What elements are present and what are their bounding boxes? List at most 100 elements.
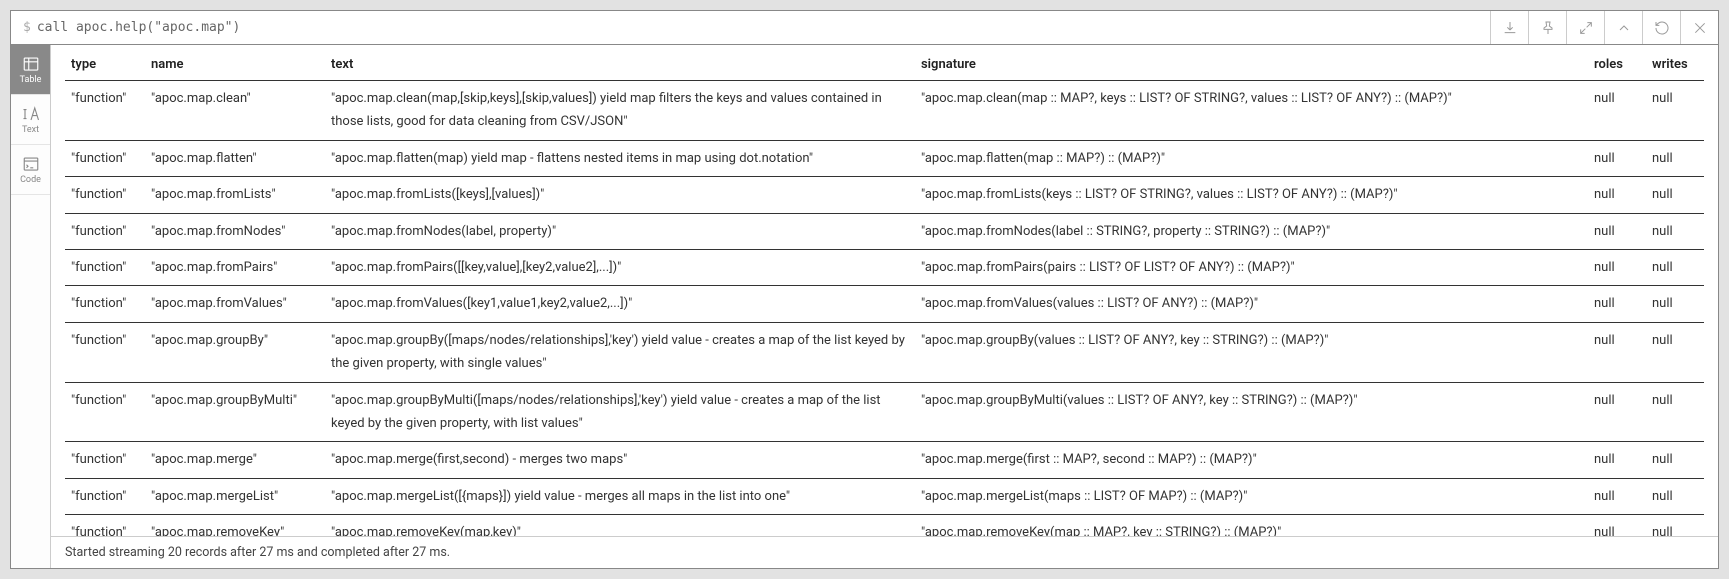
rerun-button[interactable] — [1642, 11, 1680, 44]
cell-text: "apoc.map.fromValues([key1,value1,key2,v… — [325, 286, 915, 322]
cell-type: "function" — [65, 442, 145, 478]
table-row: "function""apoc.map.groupBy""apoc.map.gr… — [65, 322, 1704, 382]
table-row: "function""apoc.map.flatten""apoc.map.fl… — [65, 140, 1704, 176]
table-icon — [22, 55, 40, 73]
cell-text: "apoc.map.removeKey(map,key)" — [325, 515, 915, 536]
col-header-name: name — [145, 49, 325, 81]
download-icon — [1502, 20, 1518, 36]
pin-icon — [1540, 20, 1556, 36]
topbar: $ call apoc.help("apoc.map") — [11, 11, 1718, 45]
cell-signature: "apoc.map.mergeList(maps :: LIST? OF MAP… — [915, 478, 1588, 514]
chevron-up-icon — [1616, 20, 1632, 36]
cell-text: "apoc.map.groupBy([maps/nodes/relationsh… — [325, 322, 915, 382]
cell-signature: "apoc.map.fromValues(values :: LIST? OF … — [915, 286, 1588, 322]
table-row: "function""apoc.map.fromValues""apoc.map… — [65, 286, 1704, 322]
cell-name: "apoc.map.fromPairs" — [145, 249, 325, 285]
table-row: "function""apoc.map.fromNodes" "apoc.map.… — [65, 213, 1704, 249]
cell-writes: null — [1646, 286, 1704, 322]
cell-roles: null — [1588, 213, 1646, 249]
cell-signature: "apoc.map.removeKey(map :: MAP?, key :: … — [915, 515, 1588, 536]
close-button[interactable] — [1680, 11, 1718, 44]
result-frame: $ call apoc.help("apoc.map") — [10, 10, 1719, 569]
cell-text: "apoc.map.flatten(map) yield map - flatt… — [325, 140, 915, 176]
table-row: "function""apoc.map.fromPairs""apoc.map.… — [65, 249, 1704, 285]
cell-text: "apoc.map.merge(first,second) - merges t… — [325, 442, 915, 478]
view-tab-code[interactable]: Code — [11, 145, 50, 195]
cell-roles: null — [1588, 322, 1646, 382]
col-header-writes: writes — [1646, 49, 1704, 81]
cell-writes: null — [1646, 249, 1704, 285]
cell-signature: "apoc.map.flatten(map :: MAP?) :: (MAP?)… — [915, 140, 1588, 176]
cell-name: "apoc.map.merge" — [145, 442, 325, 478]
col-header-roles: roles — [1588, 49, 1646, 81]
view-sidebar: Table Text Code — [11, 45, 51, 568]
cell-name: "apoc.map.mergeList" — [145, 478, 325, 514]
cell-writes: null — [1646, 140, 1704, 176]
cell-roles: null — [1588, 442, 1646, 478]
query-display[interactable]: $ call apoc.help("apoc.map") — [11, 11, 1490, 44]
cell-roles: null — [1588, 515, 1646, 536]
cell-roles: null — [1588, 382, 1646, 442]
cell-type: "function" — [65, 81, 145, 141]
download-button[interactable] — [1490, 11, 1528, 44]
refresh-icon — [1654, 20, 1670, 36]
cell-writes: null — [1646, 81, 1704, 141]
cell-name: "apoc.map.fromLists" — [145, 177, 325, 213]
collapse-up-button[interactable] — [1604, 11, 1642, 44]
cell-roles: null — [1588, 249, 1646, 285]
cell-roles: null — [1588, 177, 1646, 213]
cell-type: "function" — [65, 177, 145, 213]
cell-writes: null — [1646, 382, 1704, 442]
cell-signature: "apoc.map.groupBy(values :: LIST? OF ANY… — [915, 322, 1588, 382]
body: Table Text Code type name text — [11, 45, 1718, 568]
cell-writes: null — [1646, 322, 1704, 382]
cell-text: "apoc.map.fromLists([keys],[values])" — [325, 177, 915, 213]
table-row: "function""apoc.map.mergeList" "apoc.map.… — [65, 478, 1704, 514]
cell-signature: "apoc.map.merge(first :: MAP?, second ::… — [915, 442, 1588, 478]
col-header-signature: signature — [915, 49, 1588, 81]
cell-text: "apoc.map.fromPairs([[key,value],[key2,v… — [325, 249, 915, 285]
cell-name: "apoc.map.flatten" — [145, 140, 325, 176]
cell-signature: "apoc.map.fromPairs(pairs :: LIST? OF LI… — [915, 249, 1588, 285]
cell-writes: null — [1646, 515, 1704, 536]
table-header-row: type name text signature roles writes — [65, 49, 1704, 81]
cell-name: "apoc.map.groupBy" — [145, 322, 325, 382]
pin-button[interactable] — [1528, 11, 1566, 44]
query-text: call apoc.help("apoc.map") — [37, 20, 241, 35]
cell-name: "apoc.map.clean" — [145, 81, 325, 141]
view-tab-label: Text — [22, 125, 39, 135]
cell-name: "apoc.map.removeKey" — [145, 515, 325, 536]
cell-roles: null — [1588, 286, 1646, 322]
view-tab-text[interactable]: Text — [11, 95, 50, 145]
cell-signature: "apoc.map.fromNodes(label :: STRING?, pr… — [915, 213, 1588, 249]
table-row: "function""apoc.map.clean""apoc.map.clea… — [65, 81, 1704, 141]
cell-type: "function" — [65, 322, 145, 382]
view-tab-label: Code — [20, 175, 41, 185]
cell-name: "apoc.map.fromNodes" — [145, 213, 325, 249]
cell-name: "apoc.map.fromValues" — [145, 286, 325, 322]
close-icon — [1692, 20, 1708, 36]
cell-type: "function" — [65, 382, 145, 442]
col-header-type: type — [65, 49, 145, 81]
cell-roles: null — [1588, 140, 1646, 176]
cell-type: "function" — [65, 478, 145, 514]
main-panel: type name text signature roles writes "f… — [51, 45, 1718, 568]
cell-type: "function" — [65, 213, 145, 249]
table-row: "function""apoc.map.groupByMulti""apoc.m… — [65, 382, 1704, 442]
table-scroll[interactable]: type name text signature roles writes "f… — [51, 45, 1718, 536]
cell-signature: "apoc.map.fromLists(keys :: LIST? OF STR… — [915, 177, 1588, 213]
cell-writes: null — [1646, 442, 1704, 478]
cell-type: "function" — [65, 515, 145, 536]
cell-signature: "apoc.map.groupByMulti(values :: LIST? O… — [915, 382, 1588, 442]
view-tab-table[interactable]: Table — [11, 45, 50, 95]
cell-writes: null — [1646, 213, 1704, 249]
cell-type: "function" — [65, 140, 145, 176]
view-tab-label: Table — [20, 75, 42, 85]
query-prompt: $ — [23, 20, 31, 35]
expand-button[interactable] — [1566, 11, 1604, 44]
cell-type: "function" — [65, 249, 145, 285]
results-table: type name text signature roles writes "f… — [65, 49, 1704, 536]
cell-writes: null — [1646, 478, 1704, 514]
cell-roles: null — [1588, 81, 1646, 141]
cell-text: "apoc.map.clean(map,[skip,keys],[skip,va… — [325, 81, 915, 141]
